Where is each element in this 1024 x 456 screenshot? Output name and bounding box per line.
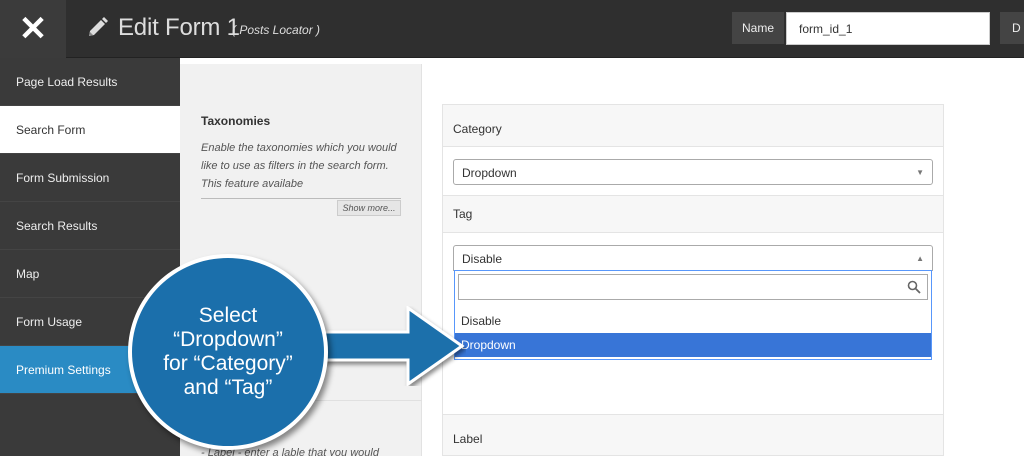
close-button[interactable]: ✕ <box>0 0 66 58</box>
category-select[interactable]: Dropdown ▼ <box>453 159 933 185</box>
callout-line-1: Select <box>198 304 258 327</box>
category-header: Category <box>443 105 943 147</box>
description-divider <box>201 198 401 199</box>
dropdown-option-disable[interactable]: Disable <box>455 309 931 333</box>
taxonomies-title: Taxonomies <box>201 114 271 128</box>
dropdown-option-dropdown[interactable]: Dropdown <box>455 333 931 357</box>
category-select-value: Dropdown <box>462 166 517 180</box>
dropdown-search-input[interactable] <box>458 274 928 300</box>
label-header: Label <box>442 414 944 456</box>
top-bar: ✕ Edit Form 1 ( Posts Locator ) Name D <box>0 0 1024 58</box>
taxonomies-description: Enable the taxonomies which you would li… <box>201 142 397 190</box>
search-icon <box>907 280 921 294</box>
page-subtitle: ( Posts Locator ) <box>232 23 321 37</box>
callout-line-3: for “Category” <box>163 352 293 375</box>
sidebar-item-search-results[interactable]: Search Results <box>0 202 180 250</box>
pencil-icon <box>89 17 108 36</box>
sidebar-item-form-submission[interactable]: Form Submission <box>0 154 180 202</box>
name-label: Name <box>732 12 784 44</box>
tag-header: Tag <box>443 195 943 233</box>
callout-line-2: “Dropdown” <box>173 328 283 351</box>
sidebar-item-search-form[interactable]: Search Form <box>0 106 180 154</box>
close-icon: ✕ <box>18 10 48 48</box>
show-more-button[interactable]: Show more... <box>337 200 401 216</box>
sidebar-item-page-load-results[interactable]: Page Load Results <box>0 58 180 106</box>
chevron-up-icon: ▲ <box>916 254 924 263</box>
taxonomies-panel: Category Dropdown ▼ Tag Disable ▲ <box>442 104 944 419</box>
tag-select-value: Disable <box>462 252 503 266</box>
name-input[interactable] <box>786 12 990 45</box>
chevron-down-icon: ▼ <box>916 168 924 177</box>
callout-bubble: Select “Dropdown” for “Category” and “Ta… <box>128 254 328 450</box>
callout-line-4: and “Tag” <box>183 376 273 399</box>
tag-dropdown-list: Disable Dropdown <box>454 270 932 360</box>
callout-arrow <box>316 306 465 386</box>
topbar-extra-button[interactable]: D <box>1000 12 1024 44</box>
page-title: Edit Form 1 <box>118 14 240 41</box>
tag-select[interactable]: Disable ▲ <box>453 245 933 271</box>
